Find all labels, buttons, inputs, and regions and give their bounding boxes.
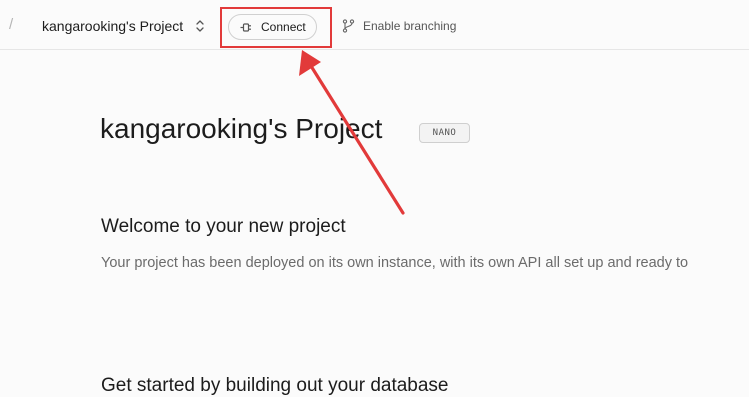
enable-branching-label: Enable branching bbox=[363, 19, 457, 33]
git-branch-icon bbox=[342, 19, 355, 33]
chevron-up-down-icon[interactable] bbox=[194, 19, 206, 33]
plug-icon bbox=[240, 23, 251, 32]
tier-badge: NANO bbox=[419, 123, 470, 143]
welcome-heading: Welcome to your new project bbox=[101, 216, 346, 237]
top-bar: / kangarooking's Project Connect Enable … bbox=[0, 0, 749, 50]
project-switcher[interactable]: kangarooking's Project bbox=[42, 18, 183, 34]
welcome-text: Your project has been deployed on its ow… bbox=[101, 255, 689, 271]
connect-label: Connect bbox=[261, 20, 306, 34]
breadcrumb-separator: / bbox=[9, 16, 14, 33]
database-heading: Get started by building out your databas… bbox=[101, 375, 449, 396]
annotation-arrow bbox=[299, 50, 405, 215]
connect-button[interactable]: Connect bbox=[228, 14, 317, 40]
page-title: kangarooking's Project bbox=[100, 113, 383, 144]
